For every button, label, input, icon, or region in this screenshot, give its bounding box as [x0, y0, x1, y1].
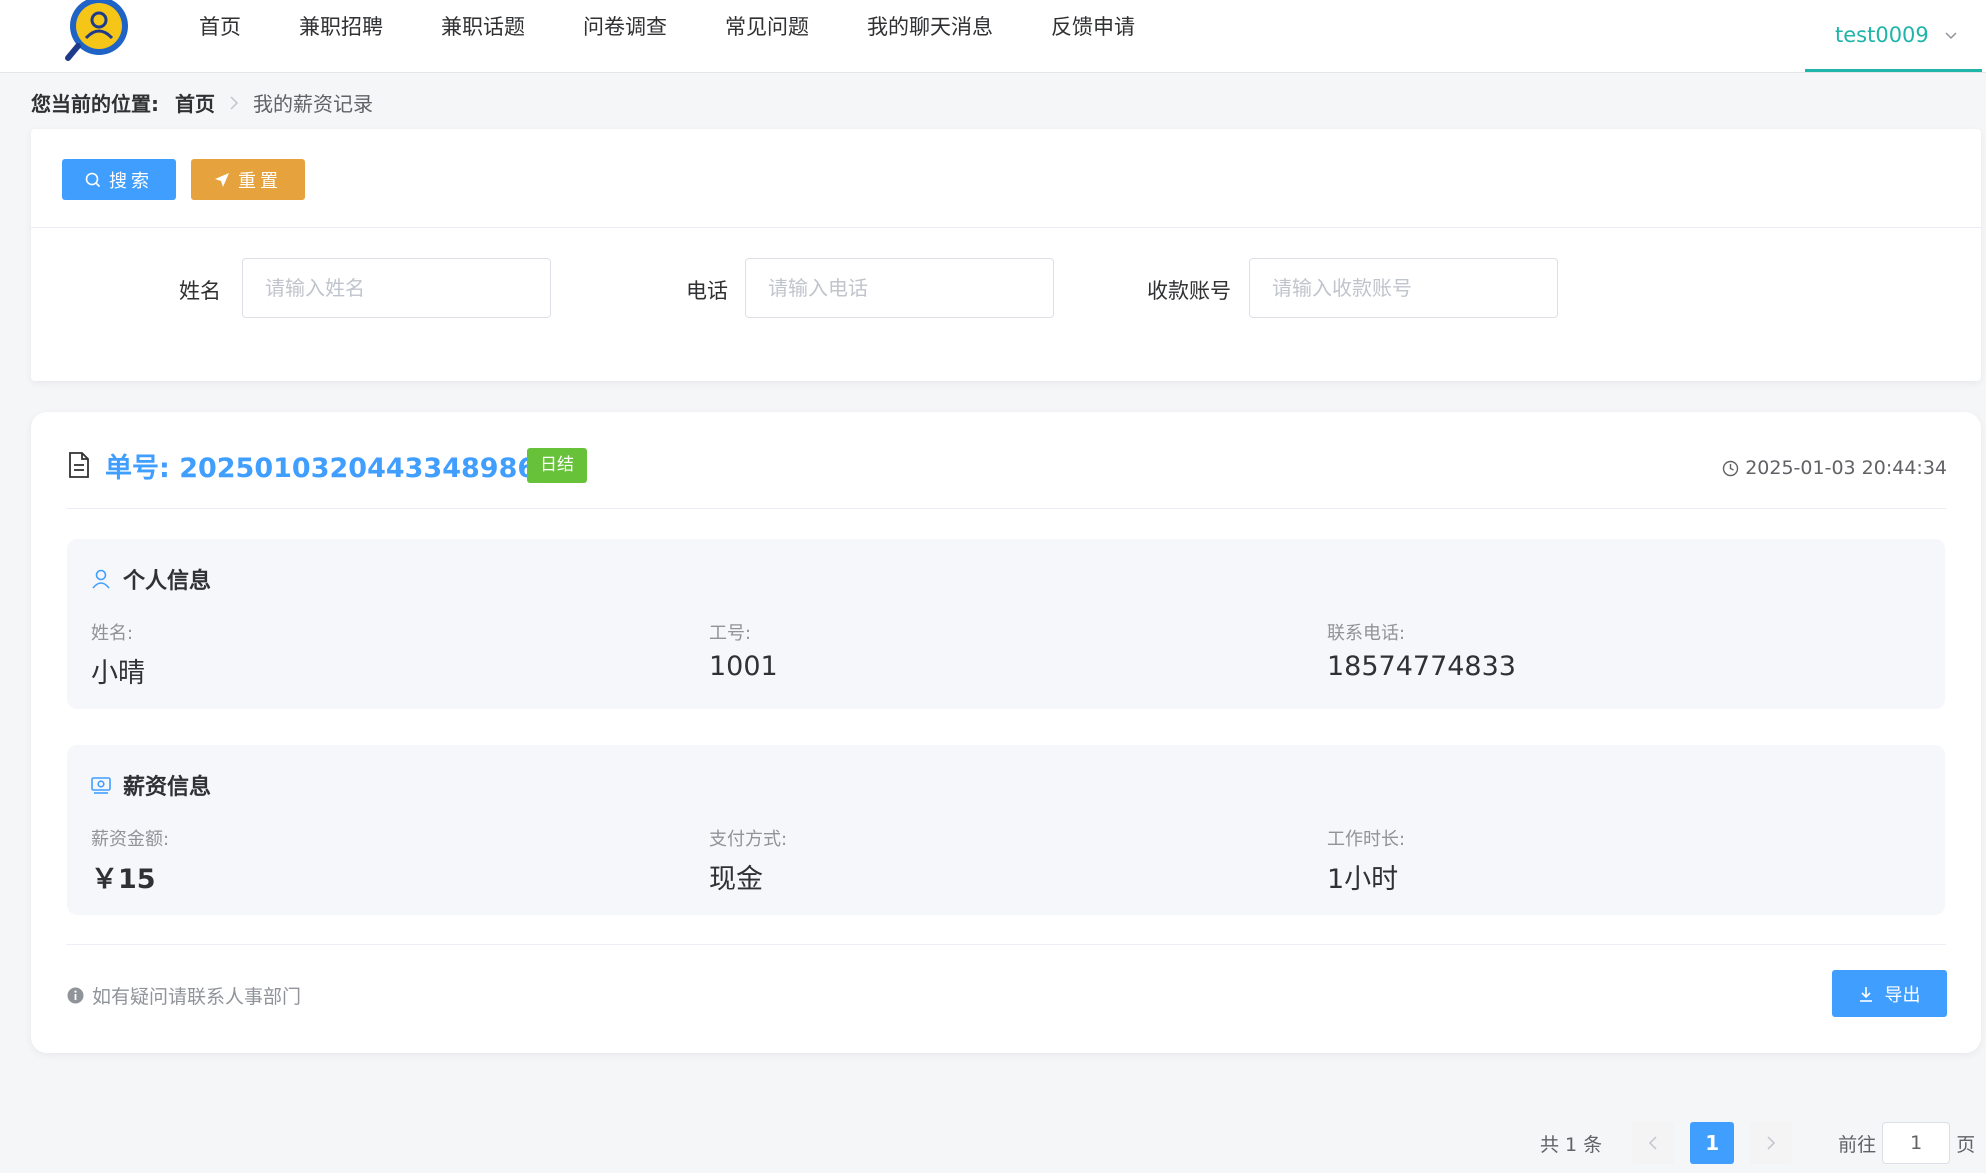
goto-page-input[interactable]: [1882, 1122, 1951, 1164]
nav-item-messages[interactable]: 我的聊天消息: [838, 0, 1022, 57]
order-number: 单号: 20250103204433489865: [105, 453, 555, 484]
record-time-text: 2025-01-03 20:44:34: [1745, 457, 1947, 479]
document-icon: [69, 452, 89, 478]
info-phone-value: 18574774833: [1327, 651, 1516, 682]
info-work-hours-label: 工作时长:: [1327, 829, 1406, 850]
nav-item-topics[interactable]: 兼职话题: [412, 0, 554, 57]
info-phone: 联系电话: 18574774833: [1327, 619, 1516, 682]
contact-note: 如有疑问请联系人事部门: [67, 982, 301, 1009]
nav-item-faq[interactable]: 常见问题: [696, 0, 838, 57]
export-button[interactable]: 导出: [1832, 970, 1947, 1017]
page-suffix: 页: [1956, 1133, 1976, 1156]
contact-note-text: 如有疑问请联系人事部门: [92, 986, 302, 1008]
info-payment-method: 支付方式: 现金: [709, 825, 787, 896]
salary-info-title-text: 薪资信息: [123, 775, 212, 800]
account-label: 收款账号: [1147, 279, 1231, 303]
send-icon: [215, 172, 229, 187]
divider: [31, 227, 1981, 228]
salary-info-panel: 薪资信息 薪资金额: ￥15 支付方式: 现金 工作时长: 1小时: [67, 745, 1945, 915]
divider: [66, 944, 1946, 945]
main-nav: 首页 兼职招聘 兼职话题 问卷调查 常见问题 我的聊天消息 反馈申请: [170, 0, 1164, 57]
breadcrumb: 您当前的位置: 首页 我的薪资记录: [31, 88, 373, 117]
divider: [66, 508, 1946, 509]
breadcrumb-current: 我的薪资记录: [253, 92, 373, 116]
nav-item-jobs[interactable]: 兼职招聘: [270, 0, 412, 57]
info-employee-id: 工号: 1001: [709, 619, 778, 682]
name-input[interactable]: [242, 258, 551, 318]
search-panel: 搜索 重置 姓名 电话 收款账号: [31, 129, 1981, 381]
info-amount-value: ￥15: [91, 864, 156, 895]
personal-info-title-text: 个人信息: [123, 569, 212, 594]
reset-button[interactable]: 重置: [191, 159, 305, 200]
info-name: 姓名: 小晴: [91, 619, 145, 690]
next-page-button[interactable]: [1750, 1122, 1793, 1164]
salary-record-card: 单号: 20250103204433489865 日结 2025-01-03 2…: [31, 412, 1981, 1053]
export-button-label: 导出: [1884, 984, 1921, 1006]
top-navbar: 首页 兼职招聘 兼职话题 问卷调查 常见问题 我的聊天消息 反馈申请 test0…: [0, 0, 1986, 73]
info-name-label: 姓名:: [91, 623, 134, 644]
prev-page-button[interactable]: [1632, 1122, 1675, 1164]
search-button[interactable]: 搜索: [62, 159, 176, 200]
info-payment-method-label: 支付方式:: [709, 829, 788, 850]
info-name-value: 小晴: [91, 658, 145, 689]
nav-item-home[interactable]: 首页: [170, 0, 270, 57]
breadcrumb-label: 您当前的位置:: [31, 92, 159, 116]
record-time: 2025-01-03 20:44:34: [1722, 457, 1947, 479]
phone-label: 电话: [686, 279, 728, 303]
nav-item-feedback[interactable]: 反馈申请: [1022, 0, 1164, 57]
search-icon: [85, 172, 101, 187]
info-amount: 薪资金额: ￥15: [91, 825, 169, 896]
phone-input[interactable]: [745, 258, 1054, 318]
nav-item-survey[interactable]: 问卷调查: [554, 0, 696, 57]
goto-label: 前往: [1838, 1133, 1877, 1156]
account-input[interactable]: [1249, 258, 1558, 318]
status-badge: 日结: [527, 448, 587, 483]
clock-icon: [1723, 460, 1739, 476]
info-work-hours-value: 1小时: [1327, 864, 1399, 895]
reset-button-label: 重置: [238, 170, 282, 192]
personal-info-title: 个人信息: [91, 563, 211, 595]
user-icon: [92, 569, 110, 589]
info-payment-method-value: 现金: [709, 864, 763, 895]
info-employee-id-label: 工号:: [709, 623, 752, 644]
money-icon: [91, 777, 111, 794]
chevron-right-icon: [1767, 1136, 1776, 1150]
page-number[interactable]: 1: [1690, 1122, 1735, 1164]
info-employee-id-value: 1001: [709, 651, 778, 682]
info-amount-label: 薪资金额:: [91, 829, 170, 850]
download-icon: [1859, 986, 1872, 1002]
search-button-label: 搜索: [109, 170, 153, 192]
pagination: 共 1 条 1 前往 页: [1540, 1122, 1975, 1164]
breadcrumb-home[interactable]: 首页: [175, 88, 215, 117]
logo-icon[interactable]: [62, 0, 132, 64]
info-phone-label: 联系电话:: [1327, 623, 1406, 644]
info-icon: [67, 987, 84, 1004]
name-label: 姓名: [179, 279, 221, 303]
chevron-right-icon: [230, 95, 239, 110]
pagination-total: 共 1 条: [1540, 1133, 1603, 1156]
user-menu[interactable]: test0009: [1805, 0, 1982, 72]
username: test0009: [1835, 22, 1929, 47]
info-work-hours: 工作时长: 1小时: [1327, 825, 1405, 896]
salary-info-title: 薪资信息: [91, 769, 211, 801]
chevron-left-icon: [1649, 1136, 1657, 1150]
chevron-down-icon: [1945, 31, 1957, 39]
personal-info-panel: 个人信息 姓名: 小晴 工号: 1001 联系电话: 18574774833: [67, 539, 1945, 709]
